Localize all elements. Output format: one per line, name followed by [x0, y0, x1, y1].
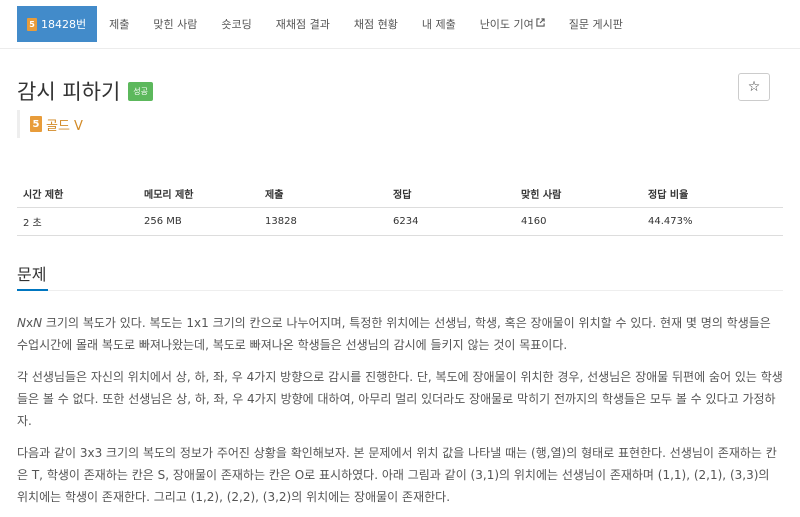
problem-description: NxN 크기의 복도가 있다. 복도는 1x1 크기의 칸으로 나누어지며, 특… — [17, 312, 783, 517]
description-paragraph: 다음과 같이 3x3 크기의 복도의 정보가 주어진 상황을 확인해보자. 본 … — [17, 446, 777, 504]
external-link-icon — [536, 18, 545, 30]
description-text: 크기의 복도가 있다. 복도는 1x1 크기의 칸으로 나누어지며, 특정한 위… — [17, 316, 771, 352]
tier-line: 5 골드 V — [17, 110, 83, 138]
nav-board[interactable]: 질문 게시판 — [557, 6, 635, 42]
nav-difficulty-label: 난이도 기여 — [479, 18, 534, 31]
header-submissions: 제출 — [259, 180, 387, 208]
nav-short-coding[interactable]: 숏코딩 — [209, 6, 263, 42]
section-rule — [17, 290, 783, 291]
nav-difficulty[interactable]: 난이도 기여 — [468, 6, 557, 42]
nav-problem-label: 18428번 — [41, 18, 87, 31]
nav-divider — [0, 48, 800, 49]
description-paragraph: 각 선생님들은 자신의 위치에서 상, 하, 좌, 우 4가지 방향으로 감시를… — [17, 370, 783, 428]
math-var-n: N — [33, 316, 43, 330]
header-time-limit: 시간 제한 — [17, 180, 138, 208]
tier-icon: 5 — [27, 17, 37, 31]
tier-label[interactable]: 골드 V — [46, 115, 83, 134]
value-solvers: 4160 — [515, 207, 642, 236]
star-icon: ☆ — [747, 79, 761, 95]
header-accepted: 정답 — [387, 180, 515, 208]
problem-info-table: 시간 제한 메모리 제한 제출 정답 맞힌 사람 정답 비율 2 초 256 M… — [17, 180, 783, 236]
value-submissions: 13828 — [259, 207, 387, 236]
math-var-n: N — [17, 316, 26, 330]
nav-rejudge[interactable]: 재채점 결과 — [264, 6, 342, 42]
nav-status[interactable]: 채점 현황 — [342, 6, 410, 42]
nav-submit[interactable]: 제출 — [97, 6, 141, 42]
section-heading: 문제 — [17, 265, 47, 284]
description-paragraph: NxN 크기의 복도가 있다. 복도는 1x1 크기의 칸으로 나누어지며, 특… — [17, 312, 783, 356]
section-underline — [17, 289, 48, 291]
page-title: 감시 피하기 — [17, 80, 121, 104]
header-ratio: 정답 비율 — [642, 180, 783, 208]
nav-problem-tab[interactable]: 5 18428번 — [17, 6, 98, 42]
problem-nav: 5 18428번 제출 맞힌 사람 숏코딩 재채점 결과 채점 현황 내 제출 … — [17, 6, 635, 42]
table-row: 2 초 256 MB 13828 6234 4160 44.473% — [17, 207, 783, 236]
value-accepted: 6234 — [387, 207, 515, 236]
favorite-button[interactable]: ☆ — [738, 73, 770, 101]
tier-gold-icon: 5 — [30, 116, 42, 132]
value-ratio: 44.473% — [642, 207, 783, 236]
value-memory-limit: 256 MB — [138, 207, 259, 236]
value-time-limit: 2 초 — [17, 207, 138, 236]
title-row: 감시 피하기 성공 — [17, 76, 154, 106]
table-header-row: 시간 제한 메모리 제한 제출 정답 맞힌 사람 정답 비율 — [17, 180, 783, 208]
header-memory-limit: 메모리 제한 — [138, 180, 259, 208]
nav-solvers[interactable]: 맞힌 사람 — [141, 6, 209, 42]
header-solvers: 맞힌 사람 — [515, 180, 642, 208]
status-badge: 성공 — [128, 81, 154, 101]
nav-my-submissions[interactable]: 내 제출 — [410, 6, 468, 42]
